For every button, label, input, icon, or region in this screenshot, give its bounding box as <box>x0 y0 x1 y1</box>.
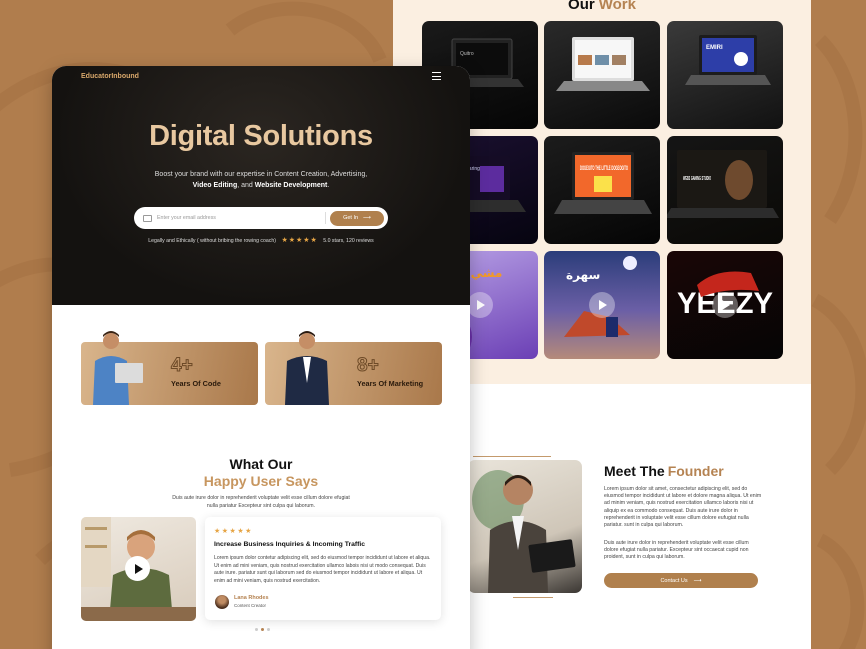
rating-line: Legally and Ethically ( without bribing … <box>52 236 470 244</box>
deco-line <box>473 456 551 457</box>
tile-3-caption: EMIRI <box>706 45 723 51</box>
founder-photo <box>468 460 582 593</box>
founder-title: Meet The Founder <box>604 463 724 479</box>
testimonials-subtitle: Duis aute irure dolor in reprehenderit v… <box>172 495 350 509</box>
founder-paragraph-2: Duis aute irure dolor in reprehenderit v… <box>604 540 749 561</box>
carousel-dot[interactable] <box>255 628 258 631</box>
deco-line <box>513 597 553 598</box>
hero-title: Digital Solutions <box>149 120 373 152</box>
mail-icon <box>143 214 152 222</box>
review-title: Increase Business Inquiries & Incoming T… <box>214 541 366 548</box>
stat-number: 4+ <box>171 355 194 377</box>
carousel-dot[interactable] <box>267 628 270 631</box>
work-tile-9[interactable]: YEEZY <box>667 251 783 359</box>
get-in-label: Get In <box>343 215 359 221</box>
contact-us-button[interactable]: Contact Us ⟶ <box>604 573 758 588</box>
work-tile-2[interactable] <box>544 21 660 129</box>
marketer-photo <box>285 331 329 405</box>
get-in-button[interactable]: Get In ⟶ <box>330 210 384 226</box>
stat-label: Years Of Code <box>171 379 221 388</box>
tile-5-caption: DOGEGITO THE LITTLE DOGEOGITO <box>580 166 628 172</box>
play-icon[interactable] <box>589 292 615 318</box>
arrow-right-icon: ⟶ <box>363 215 371 221</box>
work-tile-8[interactable]: سهرة <box>544 251 660 359</box>
founder-paragraph-1: Lorem ipsum dolor sit amet, consectetur … <box>604 486 762 529</box>
work-tile-3[interactable]: EMIRI <box>667 21 783 129</box>
arrow-right-icon: ⟶ <box>693 577 702 584</box>
contact-us-label: Contact Us <box>660 577 688 584</box>
work-tile-6[interactable]: WEB3 GAMING STUDIO <box>667 136 783 244</box>
tile-8-caption: سهرة <box>566 268 600 282</box>
play-icon[interactable] <box>125 556 150 581</box>
play-icon[interactable] <box>712 292 738 318</box>
our-work-title: Our Work <box>568 0 636 13</box>
email-input[interactable]: Enter your email address <box>157 215 325 221</box>
star-rating-icon: ★★★★★ <box>281 237 318 244</box>
testimonial-card: ★★★★★ Increase Business Inquiries & Inco… <box>205 517 441 620</box>
reviewer-role: Content Creator <box>234 603 267 608</box>
front-page: EducatorInbound Digital Solutions Boost … <box>52 66 470 649</box>
hero-section: EducatorInbound Digital Solutions Boost … <box>52 66 470 305</box>
site-logo[interactable]: EducatorInbound <box>81 73 139 80</box>
carousel-dot-active[interactable] <box>261 628 264 631</box>
stat-label: Years Of Marketing <box>357 379 424 388</box>
rating-meta: 5.0 stars, 120 reviews <box>323 238 374 244</box>
hamburger-menu-icon[interactable] <box>432 72 441 80</box>
hero-subtitle: Boost your brand with our expertise in C… <box>154 171 368 189</box>
tile-1-caption: Quitro <box>460 51 474 57</box>
stat-card-marketing: 8+ Years Of Marketing <box>265 331 442 405</box>
email-signup-form: Enter your email address Get In ⟶ <box>134 207 388 229</box>
tile-6-caption: WEB3 GAMING STUDIO <box>683 176 711 182</box>
carousel-dots <box>255 628 270 631</box>
developer-photo <box>93 331 143 405</box>
star-rating-icon: ★★★★★ <box>214 528 253 535</box>
rating-text: Legally and Ethically ( without bribing … <box>148 238 276 244</box>
testimonials-title: What Our Happy User Says <box>203 456 319 489</box>
play-icon[interactable] <box>467 292 493 318</box>
avatar <box>215 595 229 609</box>
work-tile-5[interactable]: DOGEGITO THE LITTLE DOGEOGITO <box>544 136 660 244</box>
reviewer-name: Lana Rhodes <box>234 595 269 601</box>
stat-card-code: 4+ Years Of Code <box>81 331 258 405</box>
review-body: Lorem ipsum dolor contetur adipiscing el… <box>214 555 431 584</box>
testimonial-video[interactable] <box>81 517 196 621</box>
stat-number: 8+ <box>357 355 380 377</box>
